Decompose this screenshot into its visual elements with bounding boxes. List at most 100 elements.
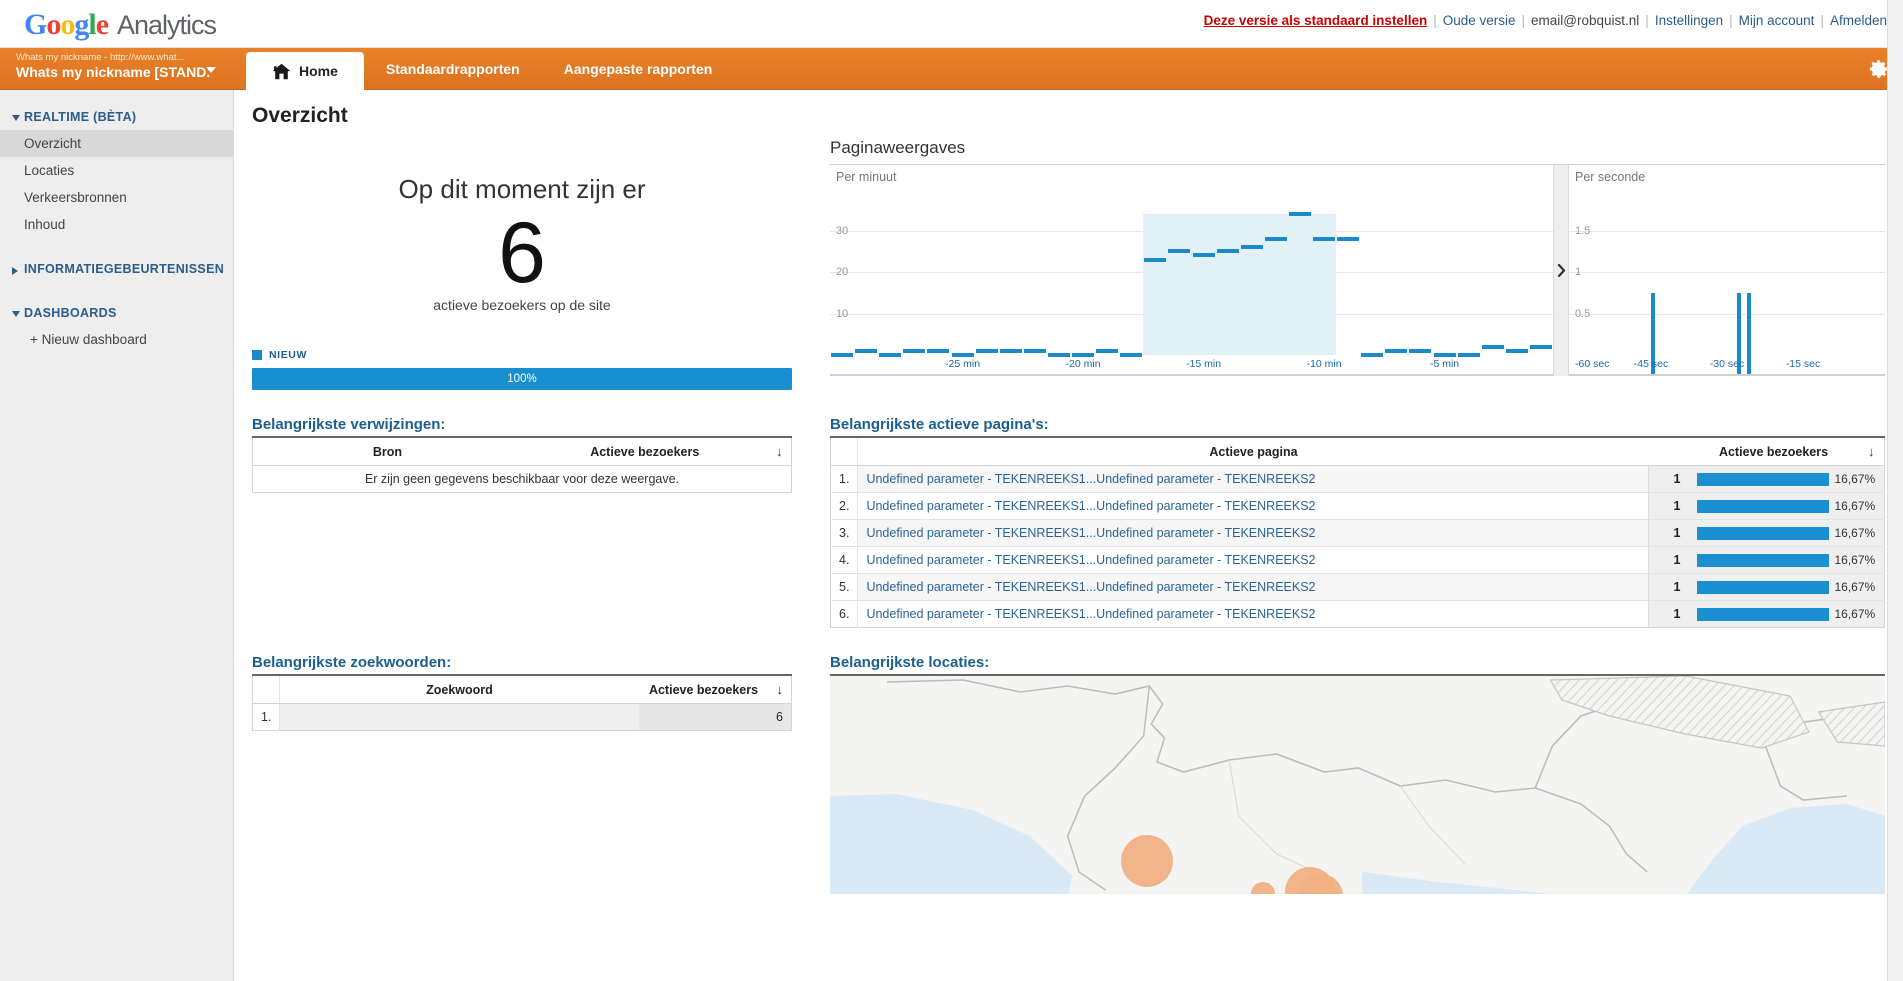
- row-visitor-bar-cell: 16,67%: [1688, 465, 1885, 493]
- referrals-table-body: Er zijn geen gegevens beschikbaar voor d…: [253, 466, 792, 493]
- sidebar-item-overzicht-label: Overzicht: [24, 136, 82, 151]
- chart-bar: [1023, 348, 1046, 353]
- sort-desc-arrow[interactable]: ↓: [768, 675, 792, 704]
- sidebar-item-locaties-label: Locaties: [24, 163, 75, 178]
- table-row: 5. Undefined parameter - TEKENREEKS1...Un…: [830, 573, 1885, 601]
- row-page-cell: Undefined parameter - TEKENREEKS1...Unde…: [857, 519, 1649, 547]
- sidebar-item-verkeersbronnen[interactable]: Verkeersbronnen: [0, 184, 233, 211]
- page-scrollbar[interactable]: [1887, 0, 1903, 981]
- row-visitor-bar-cell: 16,67%: [1688, 573, 1885, 601]
- table-row: 3. Undefined parameter - TEKENREEKS1...Un…: [830, 519, 1885, 547]
- chevron-down-icon: [12, 311, 20, 317]
- keywords-col-visitors[interactable]: Actieve bezoekers: [638, 675, 769, 704]
- x-axis-tick-label: -15 min: [1186, 358, 1222, 370]
- keywords-col-keyword[interactable]: Zoekwoord: [279, 675, 639, 704]
- keywords-title: Belangrijkste zoekwoorden:: [252, 654, 452, 671]
- chart-highlight-band: [1143, 213, 1337, 355]
- table-row: Er zijn geen gegevens beschikbaar voor d…: [253, 466, 792, 493]
- referrals-col-visitors[interactable]: Actieve bezoekers: [522, 437, 768, 466]
- sidebar-item-locaties[interactable]: Locaties: [0, 157, 233, 184]
- sidebar-new-dashboard-link[interactable]: + Nieuw dashboard: [0, 326, 233, 353]
- per-minute-chart[interactable]: Per minuut 10 20 30 -25 min -20 min -15 min -1…: [830, 165, 1553, 376]
- active-page-link[interactable]: Undefined parameter - TEKENREEKS1...Unde…: [866, 553, 1315, 567]
- link-separator-5: |: [1820, 13, 1824, 28]
- gridline: [1569, 313, 1885, 315]
- active-pages-col-page[interactable]: Actieve pagina: [857, 437, 1649, 466]
- chart-bar: [1529, 344, 1552, 349]
- sidebar-item-inhoud[interactable]: Inhoud: [0, 211, 233, 238]
- active-page-link[interactable]: Undefined parameter - TEKENREEKS1...Unde…: [866, 580, 1315, 594]
- counter-sub-text: actieve bezoekers op de site: [433, 297, 611, 313]
- sidebar-group-realtime[interactable]: REALTIME (BÈTA): [0, 104, 233, 130]
- y-axis-tick-label: 30: [836, 224, 849, 237]
- tab-home[interactable]: Home: [246, 52, 364, 90]
- active-pages-col-visitors[interactable]: Actieve bezoekers: [1688, 437, 1859, 466]
- chart-bar: [1072, 353, 1095, 357]
- old-version-link[interactable]: Oude versie: [1443, 13, 1516, 28]
- sidebar-item-overzicht[interactable]: Overzicht: [0, 130, 233, 157]
- referrals-col-bron[interactable]: Bron: [252, 437, 522, 466]
- settings-link[interactable]: Instellingen: [1655, 13, 1723, 28]
- chart-bar: [1747, 293, 1752, 376]
- sort-desc-arrow[interactable]: ↓: [767, 437, 792, 466]
- sort-desc-arrow[interactable]: ↓: [1858, 437, 1885, 466]
- row-page-cell: Undefined parameter - TEKENREEKS1...Unde…: [857, 465, 1649, 493]
- chart-expander-handle[interactable]: [1553, 165, 1569, 376]
- overview-row: Op dit moment zijn er 6 actieve bezoeker…: [234, 138, 1885, 390]
- counter-lead-text: Op dit moment zijn er: [398, 174, 646, 204]
- sidebar-group-realtime-label: REALTIME (BÈTA): [24, 110, 137, 124]
- account-property-selector[interactable]: Whats my nickname - http://www.what... W…: [8, 49, 230, 89]
- row-percent-bar: [1696, 526, 1829, 540]
- x-axis-tick-label: -15 sec: [1785, 358, 1821, 370]
- my-account-link[interactable]: Mijn account: [1739, 13, 1815, 28]
- keywords-table: Zoekwoord Actieve bezoekers ↓ 1. 6: [252, 674, 792, 731]
- chart-bar: [1264, 236, 1287, 241]
- row-index: 2.: [830, 492, 859, 520]
- chart-bar: [1240, 245, 1263, 250]
- per-second-chart[interactable]: Per seconde 0.5 1 1.5 -60 sec -45 sec -30 sec…: [1569, 165, 1885, 376]
- tab-aangepaste-rapporten[interactable]: Aangepaste rapporten: [542, 48, 735, 90]
- pageviews-panel: Paginaweergaves Per minuut 10 20 30 -25 min…: [830, 138, 1885, 390]
- referrals-panel: Belangrijkste verwijzingen: Bron Actieve…: [252, 416, 792, 628]
- sign-out-link[interactable]: Afmelden: [1830, 13, 1887, 28]
- tab-standaardrapporten-label: Standaardrapporten: [385, 61, 520, 77]
- page-title: Overzicht: [252, 104, 348, 127]
- sidebar-group-informatiegebeurtenissen-label: INFORMATIEGEBEURTENISSEN: [24, 262, 225, 276]
- set-default-version-link[interactable]: Deze versie als standaard instellen: [1204, 13, 1428, 28]
- y-axis-tick-label: 10: [836, 307, 849, 320]
- chart-baseline: [830, 374, 1553, 376]
- keywords-table-body: 1. 6: [252, 703, 792, 731]
- row-index: 1.: [830, 465, 859, 493]
- x-axis-tick-label: -60 sec: [1575, 358, 1610, 370]
- visitor-type-legend: NIEUW: [252, 349, 792, 361]
- main-content: Overzicht Op dit moment zijn er 6 actiev…: [234, 90, 1903, 981]
- row-visitor-bar-cell: 16,67%: [1688, 492, 1885, 520]
- map-location-marker[interactable]: [1120, 834, 1173, 887]
- row-visitor-count: 1: [1648, 492, 1689, 520]
- tab-standaardrapporten[interactable]: Standaardrapporten: [364, 48, 542, 90]
- sidebar-group-informatiegebeurtenissen[interactable]: INFORMATIEGEBEURTENISSEN: [0, 256, 233, 282]
- referrals-header-row: Bron Actieve bezoekers ↓: [252, 437, 792, 466]
- active-page-link[interactable]: Undefined parameter - TEKENREEKS1...Unde…: [866, 607, 1315, 621]
- chart-bar: [1096, 348, 1119, 353]
- active-page-link[interactable]: Undefined parameter - TEKENREEKS1...Unde…: [866, 526, 1315, 540]
- active-pages-title: Belangrijkste actieve pagina's:: [830, 416, 1049, 433]
- keywords-table-head: Zoekwoord Actieve bezoekers ↓: [252, 675, 792, 704]
- y-axis-tick-label: 1.5: [1575, 224, 1591, 237]
- chart-bar: [1409, 348, 1432, 353]
- referrals-table-head: Bron Actieve bezoekers ↓: [252, 437, 792, 466]
- per-minute-label: Per minuut: [836, 170, 897, 184]
- google-analytics-logo[interactable]: Google Analytics: [24, 8, 217, 42]
- active-page-link[interactable]: Undefined parameter - TEKENREEKS1...Unde…: [866, 499, 1315, 513]
- row-percent-label: 16,67%: [1834, 607, 1876, 621]
- keywords-row-visitors: 6: [638, 703, 792, 731]
- chart-bar: [1337, 236, 1360, 241]
- locations-map[interactable]: [830, 674, 1885, 894]
- active-page-link[interactable]: Undefined parameter - TEKENREEKS1...Unde…: [866, 472, 1315, 486]
- chart-bar: [1313, 236, 1336, 241]
- row-bar-wrapper: 16,67%: [1696, 607, 1877, 621]
- sidebar-group-dashboards[interactable]: DASHBOARDS: [0, 300, 233, 326]
- chart-bar: [951, 353, 974, 357]
- row-percent-label: 16,67%: [1834, 553, 1876, 567]
